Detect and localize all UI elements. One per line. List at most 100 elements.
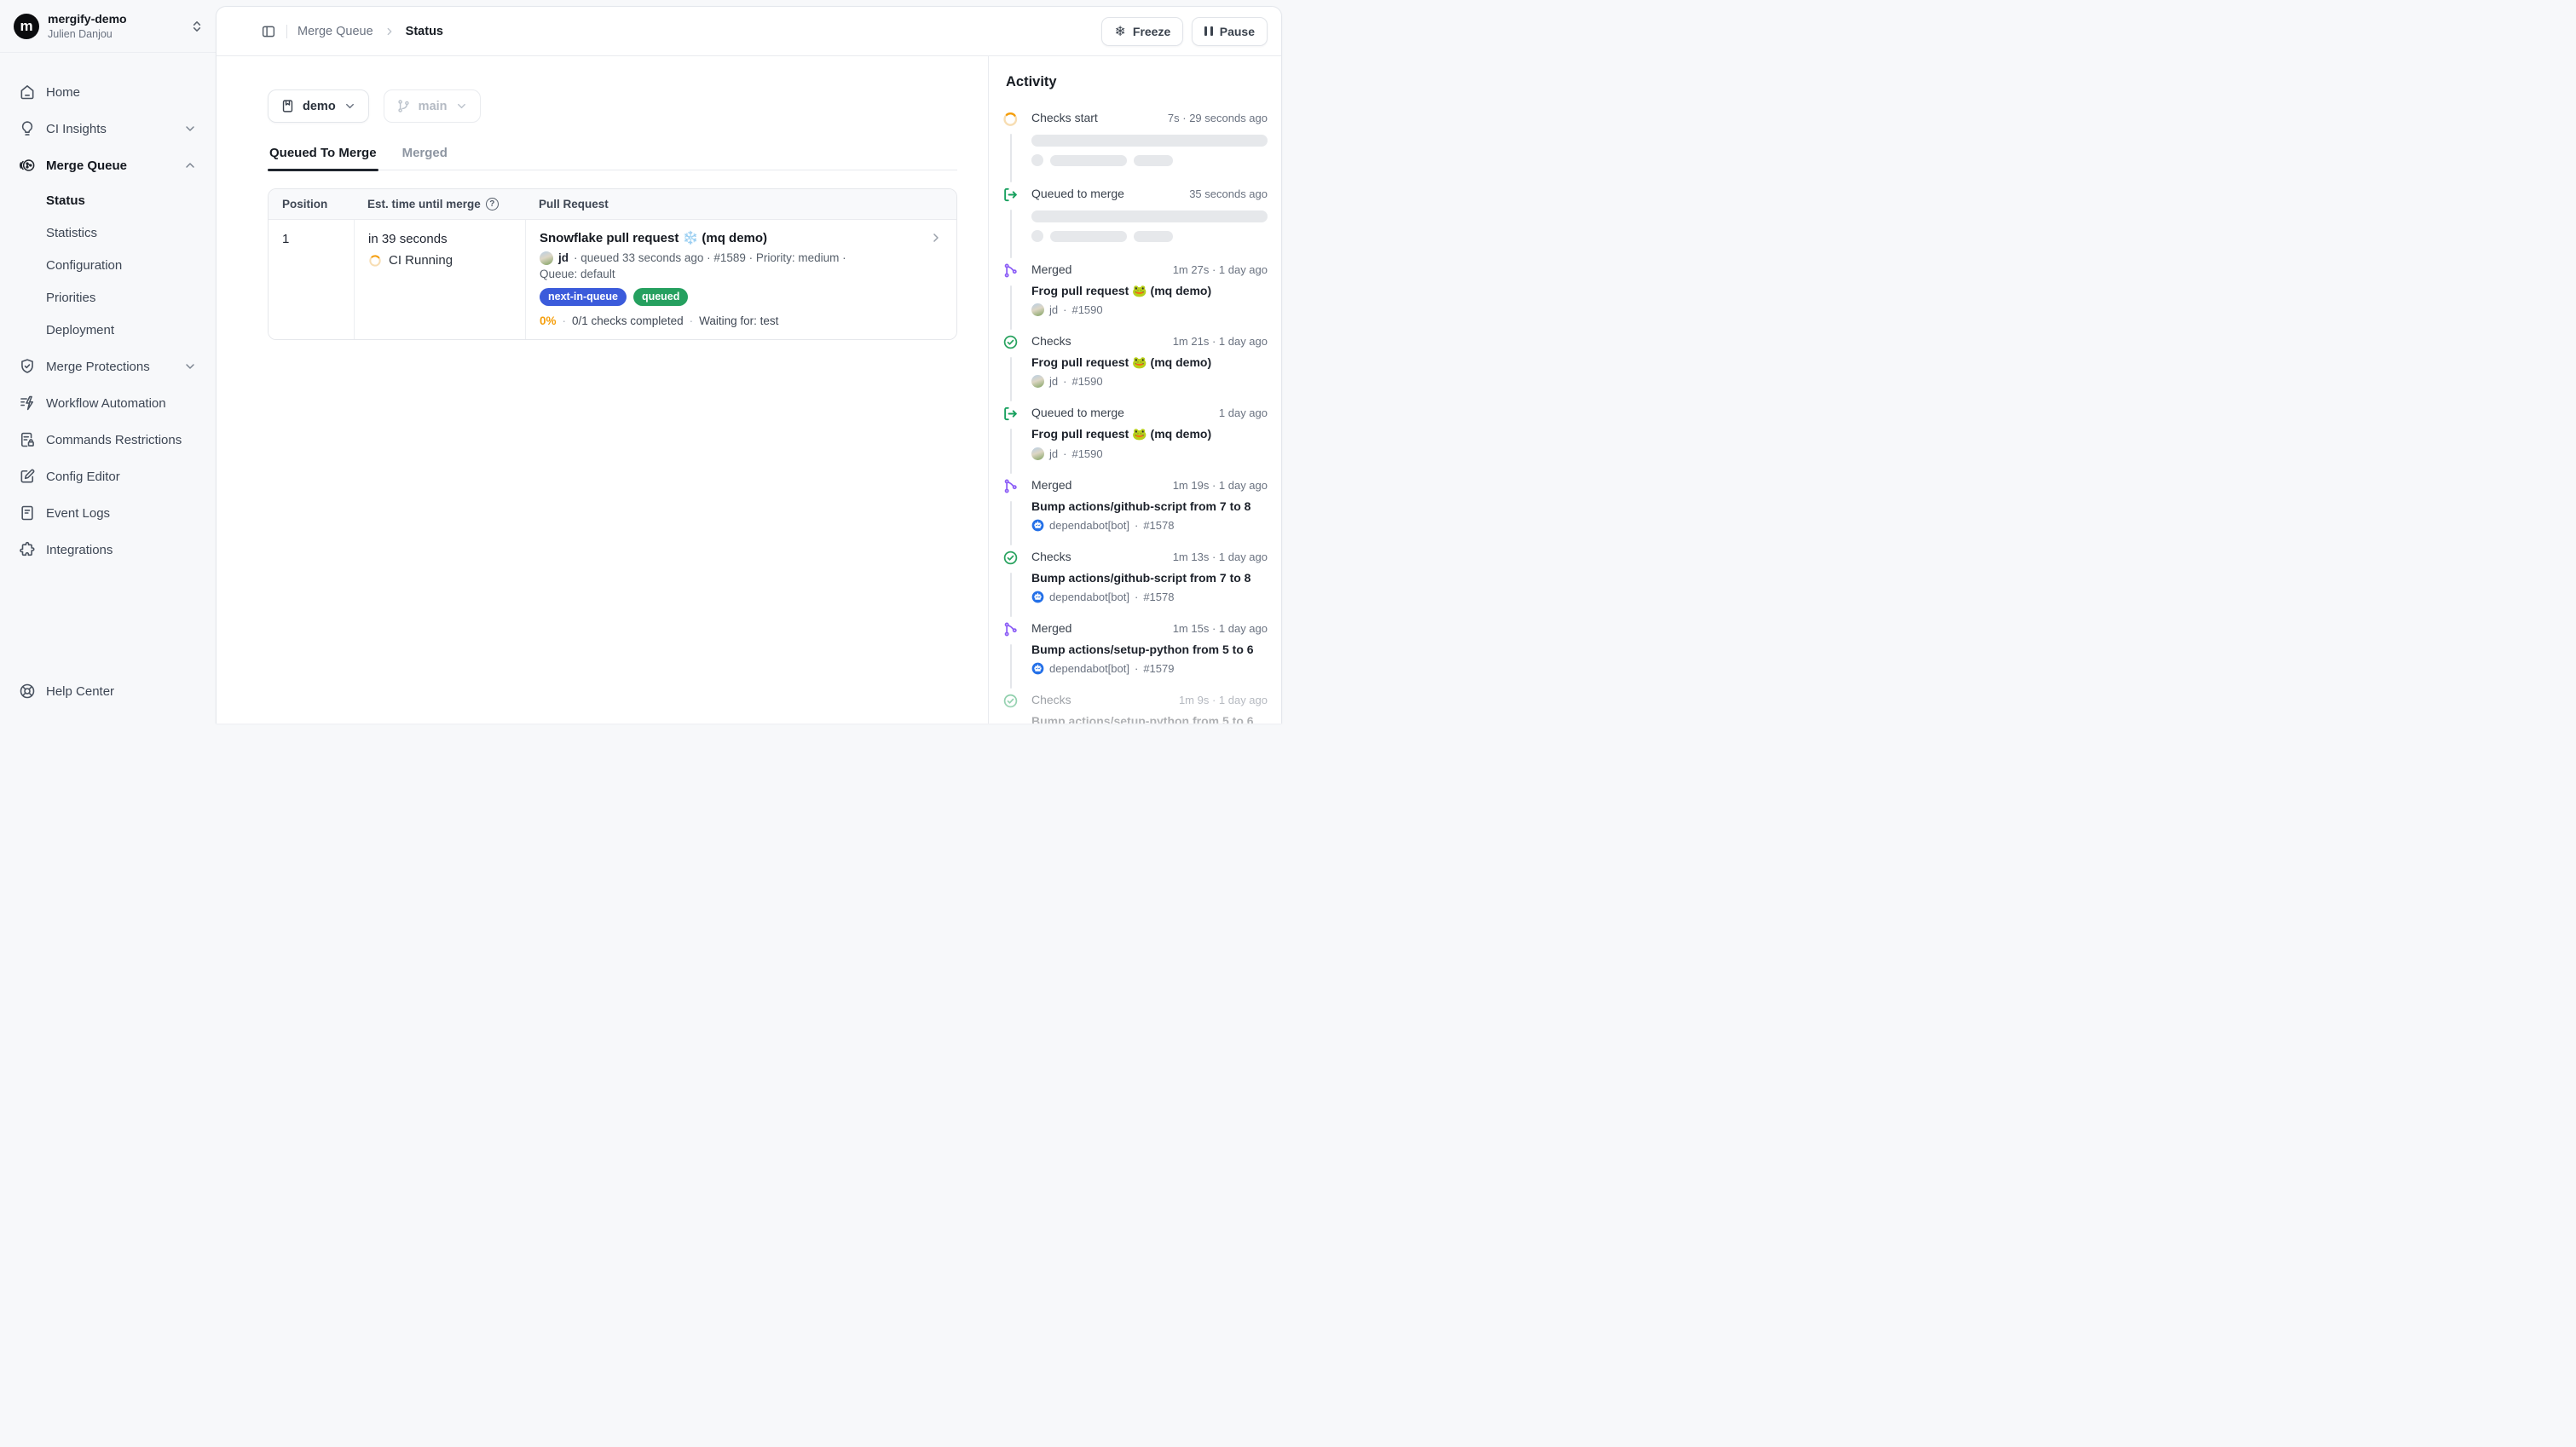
activity-pr-title[interactable]: Bump actions/github-script from 7 to 8 [1031,570,1268,585]
sidebar-item-ci-insights[interactable]: CI Insights [10,112,205,145]
sidebar-item-label: Merge Queue [46,159,127,173]
activity-pr-title[interactable]: Frog pull request 🐸 (mq demo) [1031,426,1268,441]
dot-separator: · [1135,591,1138,603]
help-center-link[interactable]: Help Center [10,675,205,707]
lifebuoy-icon [19,683,36,700]
activity-pr-title[interactable]: Bump actions/github-script from 7 to 8 [1031,499,1268,514]
activity-event-title: Merged [1031,621,1071,635]
activity-pr-title[interactable]: Bump actions/setup-python from 5 to 6 [1031,642,1268,657]
breadcrumb-chevron-icon [384,26,396,37]
git-merge-icon [1002,621,1019,638]
chevron-down-icon [183,360,197,373]
dot-separator: · [1135,519,1138,532]
activity-pr-title[interactable]: Frog pull request 🐸 (mq demo) [1031,283,1268,298]
activity-pr-title[interactable]: Frog pull request 🐸 (mq demo) [1031,355,1268,370]
check-circle-icon [1002,550,1019,567]
column-pull-request: Pull Request [525,189,956,219]
sidebar-item-merge-queue[interactable]: Merge Queue [10,149,205,182]
skeleton-avatar [1031,154,1043,166]
sidebar-item-config-editor[interactable]: Config Editor [10,460,205,493]
dot-separator: · [1063,303,1066,316]
home-icon [19,84,36,101]
sidebar-item-statistics[interactable]: Statistics [10,218,205,247]
org-switcher[interactable]: m mergify-demo Julien Danjou [0,0,216,53]
activity-event-title: Checks [1031,550,1071,563]
document-lock-icon [19,431,36,448]
sidebar-item-integrations[interactable]: Integrations [10,533,205,566]
sidebar-item-priorities[interactable]: Priorities [10,283,205,312]
sidebar-item-label: Merge Protections [46,360,150,374]
activity-item: Queued to merge 35 seconds ago [1002,187,1269,262]
activity-pr-number[interactable]: #1590 [1071,447,1102,460]
column-position: Position [269,189,354,219]
activity-pr-number[interactable]: #1578 [1143,519,1174,532]
merge-queue-icon [19,157,36,174]
activity-item: Merged 1m 15s · 1 day ago Bump actions/s… [1002,621,1269,693]
sidebar-item-status[interactable]: Status [10,186,205,215]
sidebar-item-merge-protections[interactable]: Merge Protections [10,350,205,383]
queue-tabs: Queued To Merge Merged [268,146,957,170]
pr-title[interactable]: Snowflake pull request ❄️ (mq demo) [540,230,767,247]
activity-pr-number[interactable]: #1590 [1071,303,1102,316]
activity-event-time: 1 day ago [1219,406,1268,419]
sidebar-item-commands-restrictions[interactable]: Commands Restrictions [10,424,205,456]
activity-pr-title[interactable]: Bump actions/setup-python from 5 to 6 [1031,713,1268,724]
chevron-right-icon[interactable] [929,231,943,245]
sidebar: m mergify-demo Julien Danjou Home CI Ins… [0,0,216,724]
pr-author[interactable]: jd [558,251,569,264]
repository-select[interactable]: demo [268,89,369,123]
waiting-for: Waiting for: test [699,314,778,327]
spinner-icon [366,251,385,270]
sidebar-item-event-logs[interactable]: Event Logs [10,497,205,529]
table-row[interactable]: 1 in 39 seconds CI Running Snowflake pul… [269,220,956,339]
sidebar-item-home[interactable]: Home [10,76,205,108]
activity-event-time: 1m 27s · 1 day ago [1173,263,1268,276]
activity-pr-author: dependabot[bot] [1049,591,1129,603]
activity-panel: Activity Checks start 7s · 29 seconds ag… [988,56,1281,724]
activity-pr-author: jd [1049,303,1058,316]
sidebar-item-label: Priorities [46,291,95,305]
branch-select[interactable]: main [384,89,481,123]
document-lines-icon [19,504,36,522]
sidebar-item-deployment[interactable]: Deployment [10,315,205,344]
activity-event-title: Checks start [1031,111,1098,124]
chevron-up-down-icon [190,20,204,33]
activity-pr-number[interactable]: #1578 [1143,591,1174,603]
activity-title: Activity [1006,74,1269,90]
sidebar-item-label: Commands Restrictions [46,433,182,447]
tab-merged[interactable]: Merged [401,146,449,170]
help-circle-icon[interactable]: ? [486,198,499,210]
org-owner: Julien Danjou [48,28,182,41]
activity-pr-number[interactable]: #1590 [1071,375,1102,388]
sidebar-item-configuration[interactable]: Configuration [10,251,205,280]
spinner-icon [999,107,1023,131]
skeleton-bar [1134,155,1173,166]
column-est-time: Est. time until merge ? [354,189,525,219]
pr-meta-text: · queued 33 seconds ago · #1589 · Priori… [574,251,846,264]
shield-check-icon [19,358,36,375]
avatar [1031,303,1044,316]
git-merge-icon [1002,478,1019,495]
tab-queued-to-merge[interactable]: Queued To Merge [268,146,378,170]
dot-separator: · [563,314,567,327]
sidebar-toggle-icon[interactable] [261,24,276,39]
breadcrumb-merge-queue[interactable]: Merge Queue [297,25,373,38]
activity-pr-author: dependabot[bot] [1049,519,1129,532]
sidebar-item-label: Deployment [46,323,114,337]
activity-pr-author: jd [1049,447,1058,460]
activity-item: Checks 1m 21s · 1 day ago Frog pull requ… [1002,334,1269,406]
pause-button[interactable]: Pause [1192,17,1268,46]
chevron-up-icon [183,159,197,172]
eta-value: in 39 seconds [368,232,511,246]
checks-progress: 0% [540,314,557,327]
activity-pr-number[interactable]: #1579 [1143,662,1174,675]
dependabot-icon [1031,519,1044,532]
activity-item: Merged 1m 19s · 1 day ago Bump actions/g… [1002,478,1269,550]
freeze-button[interactable]: ❄ Freeze [1101,17,1183,46]
sidebar-item-label: Integrations [46,543,113,557]
activity-event-title: Queued to merge [1031,406,1124,419]
puzzle-icon [19,541,36,558]
branch-select-value: main [419,100,448,113]
snowflake-icon: ❄ [1114,25,1125,38]
sidebar-item-workflow-automation[interactable]: Workflow Automation [10,387,205,419]
